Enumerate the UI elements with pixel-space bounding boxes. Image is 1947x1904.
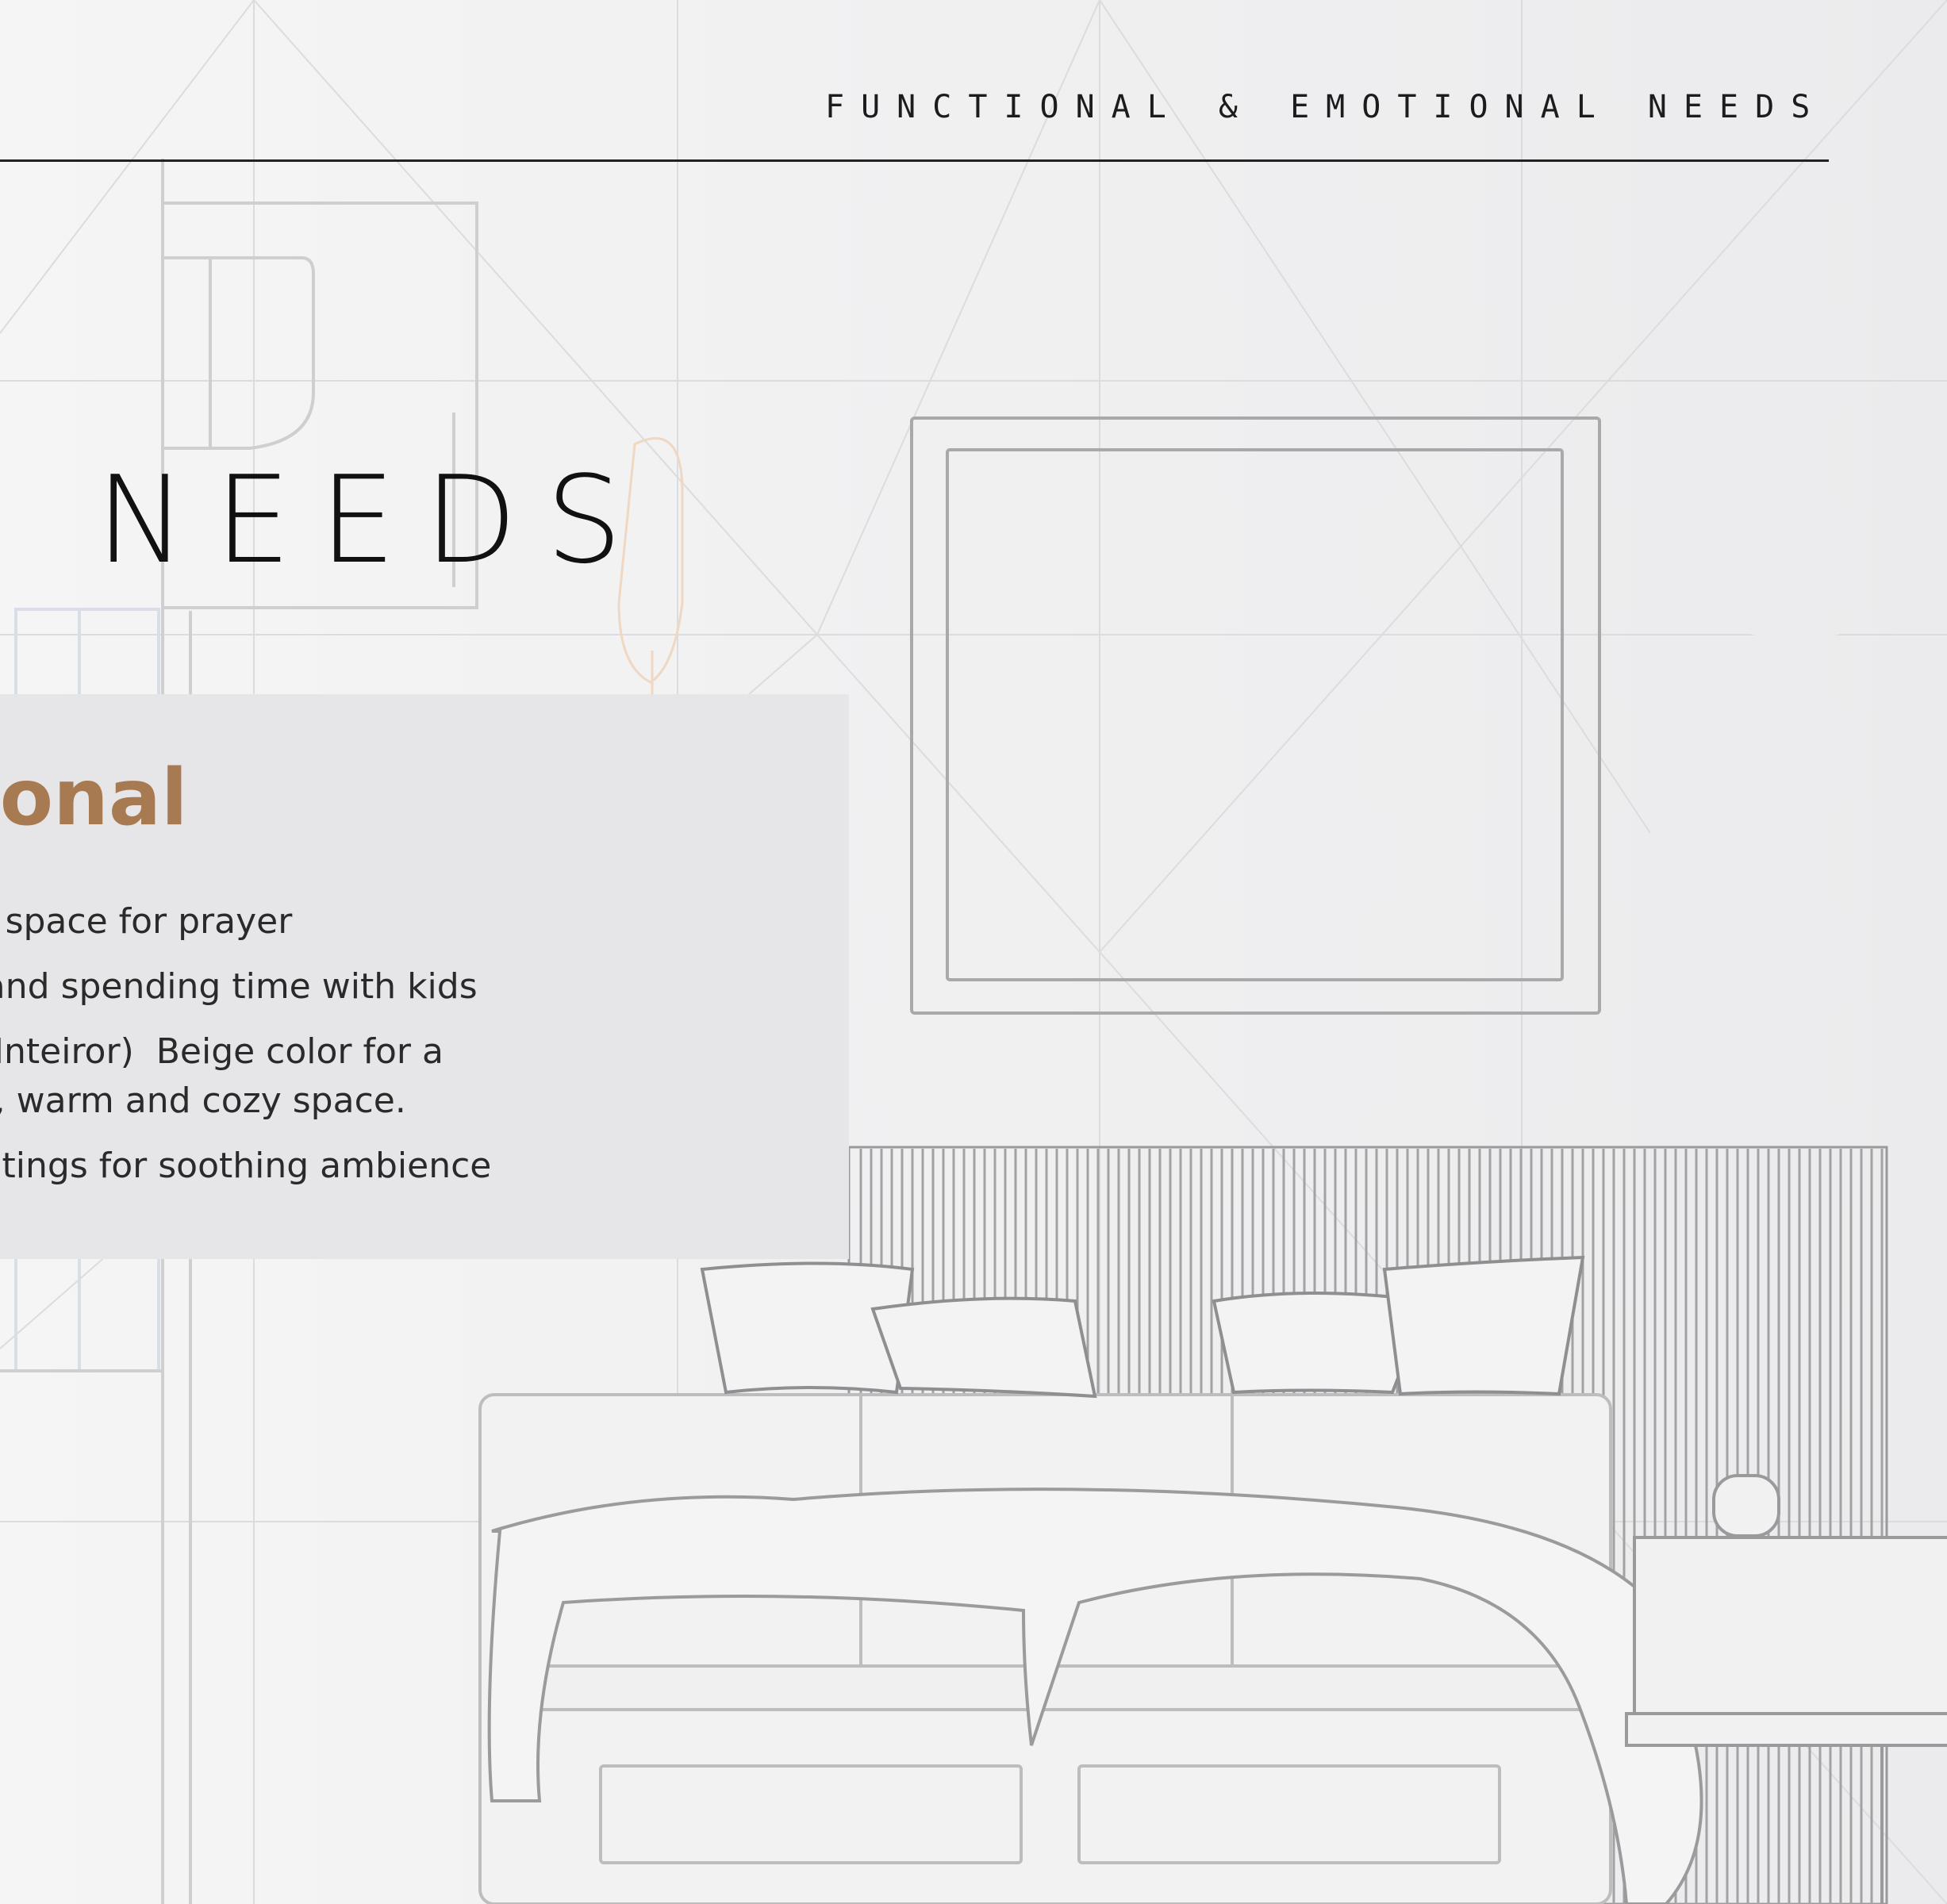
hero-title: L NEEDS <box>0 450 651 590</box>
list-item: ng and spending time with kids <box>0 966 478 1007</box>
header-divider <box>0 159 1829 162</box>
list-item: tive space for prayer <box>5 901 293 942</box>
list-item: ndi Inteiror) Beige color for a eful, wa… <box>0 1031 444 1121</box>
section-title: FUNCTIONAL & EMOTIONAL NEEDS <box>825 89 1827 125</box>
needs-card: otional tive space for prayer ng and spe… <box>0 694 849 1259</box>
needs-list: tive space for prayer ng and spending ti… <box>0 897 722 1207</box>
list-item: Lightings for soothing ambience <box>0 1146 492 1186</box>
card-heading: otional <box>0 753 188 843</box>
